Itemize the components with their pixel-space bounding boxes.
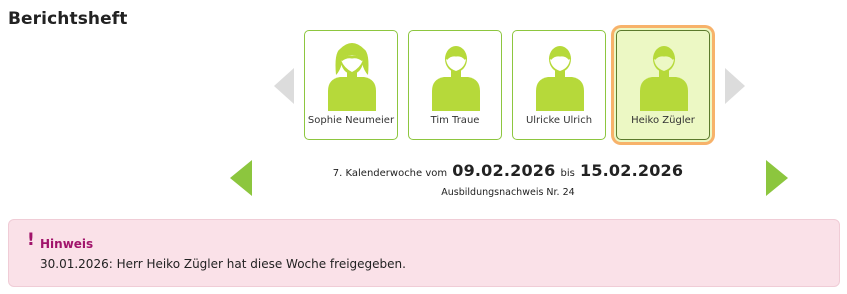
female-avatar-icon — [328, 43, 376, 111]
trainee-card-sophie-neumeier[interactable]: Sophie Neumeier — [304, 30, 398, 140]
notice-title: Hinweis — [40, 237, 94, 251]
trainee-name: Ulricke Ulrich — [525, 115, 593, 126]
week-separator: bis — [560, 168, 575, 179]
trainee-name: Tim Traue — [430, 115, 480, 126]
notice-text: 30.01.2026: Herr Heiko Zügler hat diese … — [40, 257, 406, 271]
exclamation-icon: ! — [27, 230, 35, 250]
page-title: Berichtsheft — [8, 9, 128, 29]
week-end-date: 15.02.2026 — [579, 161, 684, 180]
week-range: 7. Kalenderwoche vom 09.02.2026 bis 15.0… — [260, 161, 756, 180]
trainee-card-ulricke-ulrich[interactable]: Ulricke Ulrich — [512, 30, 606, 140]
record-number: Ausbildungsnachweis Nr. 24 — [441, 187, 575, 198]
male-avatar-icon — [536, 46, 584, 111]
trainee-card-heiko-zuegler[interactable]: Heiko Zügler — [616, 30, 710, 140]
week-prefix: 7. Kalenderwoche vom — [332, 168, 448, 179]
trainee-name: Sophie Neumeier — [307, 115, 395, 126]
male-avatar-icon — [640, 46, 688, 111]
previous-week-icon[interactable] — [230, 160, 252, 196]
carousel-next-icon[interactable] — [725, 68, 745, 104]
week-start-date: 09.02.2026 — [452, 161, 556, 180]
male-avatar-icon — [432, 46, 480, 111]
next-week-icon[interactable] — [766, 160, 788, 196]
carousel-prev-icon[interactable] — [274, 68, 294, 104]
trainee-card-tim-traue[interactable]: Tim Traue — [408, 30, 502, 140]
notice-box: ! Hinweis 30.01.2026: Herr Heiko Zügler … — [8, 219, 840, 287]
trainee-name: Heiko Zügler — [631, 115, 695, 126]
